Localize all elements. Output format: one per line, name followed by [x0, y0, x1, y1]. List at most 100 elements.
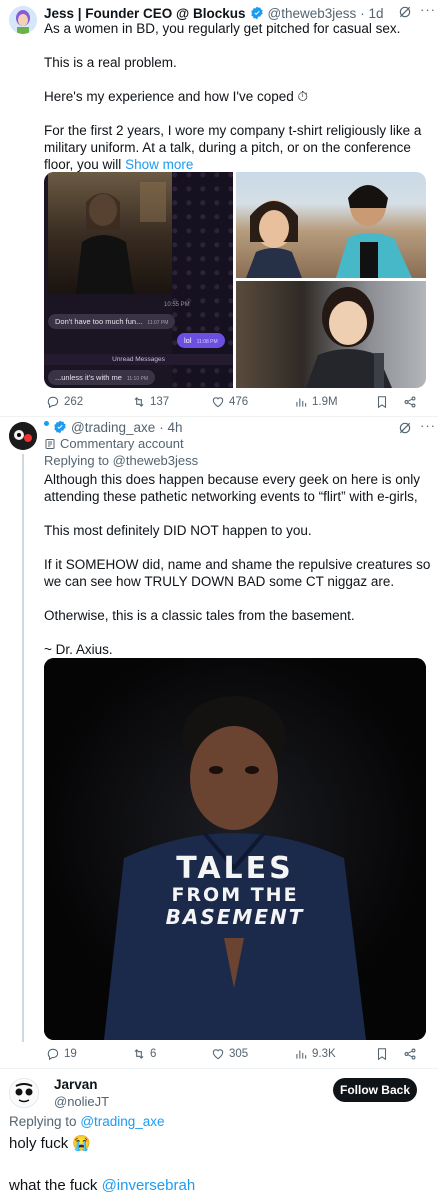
- tweet1-line: This is a real problem.: [44, 55, 177, 70]
- tweet3-line: holy fuck 😭: [9, 1135, 92, 1152]
- tweet2-line: attending these pathetic networking even…: [44, 489, 418, 504]
- tweet2-action-bar: 19 6 305 9.3K: [44, 1047, 424, 1063]
- reply-icon: [47, 1048, 59, 1061]
- tweet2-timestamp[interactable]: · 4h: [159, 420, 182, 435]
- tweet2-line: If it SOMEHOW did, name and shame the re…: [44, 557, 431, 572]
- tweet2-line: ~ Dr. Axius.: [44, 642, 113, 657]
- tweet1-handle[interactable]: @theweb3jess: [268, 6, 357, 21]
- inversebrah-mention[interactable]: @inversebrah: [102, 1177, 196, 1194]
- views-button[interactable]: 9.3K: [294, 1047, 336, 1061]
- show-more-link[interactable]: Show more: [125, 157, 193, 172]
- tweet2-line: This most definitely DID NOT happen to y…: [44, 523, 312, 538]
- bookmark-icon: [377, 396, 387, 409]
- tweet2-line: Otherwise, this is a classic tales from …: [44, 608, 355, 623]
- unread-label: Unread Messages: [112, 356, 165, 363]
- tales-from-basement-image[interactable]: TALES FROM THE BASEMENT: [44, 658, 426, 1040]
- commentary-badge: Commentary account: [44, 436, 184, 451]
- tweet3-replying-to: Replying to @trading_axe: [9, 1114, 165, 1129]
- tweet2-line: Although this does happen because every …: [44, 472, 421, 487]
- chat-time-label: 10:55 PM: [164, 302, 190, 308]
- tweet1-line: military uniform. At a talk, during a pi…: [44, 140, 411, 155]
- replying-prefix: Replying to: [44, 453, 110, 468]
- poster-title: TALES FROM THE BASEMENT: [44, 854, 426, 929]
- tweet1-line: [44, 105, 434, 122]
- chat-screenshot-image[interactable]: 10:55 PM Don't have too much fun... 11:0…: [44, 172, 233, 388]
- repost-button[interactable]: 6: [132, 1047, 156, 1061]
- tweet1-truncated-text: floor, you will: [44, 157, 122, 172]
- chat-message-outgoing: lol 11:08 PM: [177, 333, 225, 348]
- beach-selfie-image[interactable]: [236, 172, 426, 278]
- more-options-icon[interactable]: ···: [420, 418, 436, 433]
- commentary-icon: [44, 438, 56, 450]
- follow-back-label: Follow Back: [339, 1083, 410, 1097]
- tweet1-line: [44, 71, 434, 88]
- tweet-divider: [0, 416, 438, 417]
- tweet3-author-name[interactable]: Jarvan: [54, 1077, 98, 1092]
- tweet1-line: For the first 2 years, I wore my company…: [44, 123, 422, 138]
- poster-title-line2: FROM THE: [171, 884, 299, 906]
- replying-mention[interactable]: @theweb3jess: [113, 453, 198, 468]
- repost-count: 137: [150, 396, 170, 408]
- chat-message-text: ...unless it's with me: [55, 373, 122, 382]
- share-icon: [404, 396, 416, 408]
- like-button[interactable]: 305: [211, 1047, 248, 1061]
- reply-icon: [47, 396, 59, 409]
- bookmark-button[interactable]: [375, 395, 389, 409]
- tweet3-handle[interactable]: @nolieJT: [54, 1094, 109, 1109]
- like-button[interactable]: 476: [211, 395, 248, 409]
- bookmark-icon: [377, 1048, 387, 1061]
- tweet1-line: As a women in BD, you regularly get pitc…: [44, 21, 401, 36]
- heart-icon: [212, 1049, 224, 1060]
- replying-prefix: Replying to: [9, 1114, 77, 1129]
- reply-count: 262: [64, 396, 84, 408]
- jarvan-avatar[interactable]: [9, 1078, 39, 1108]
- jess-avatar[interactable]: [9, 6, 37, 34]
- portrait-image[interactable]: [236, 281, 426, 388]
- avatar-illustration: [11, 1080, 37, 1106]
- avatar-illustration: [9, 422, 37, 450]
- like-count: 305: [229, 1048, 249, 1060]
- tweet2-line: we can see how TRULY DOWN BAD some CT ni…: [44, 574, 395, 589]
- poster-title-line3: BASEMENT: [165, 905, 305, 929]
- trading-axe-avatar[interactable]: [9, 422, 37, 450]
- tweet1-timestamp[interactable]: · 1d: [360, 6, 383, 21]
- tweet1-body: As a women in BD, you regularly get pitc…: [44, 20, 434, 173]
- heart-icon: [212, 397, 224, 408]
- tweet2-body: Although this does happen because every …: [44, 471, 434, 658]
- more-options-icon[interactable]: ···: [420, 2, 436, 17]
- views-icon: [296, 1050, 307, 1059]
- share-button[interactable]: [403, 395, 417, 409]
- tweet1-author-name[interactable]: Jess | Founder CEO @ Blockus: [44, 6, 246, 21]
- repost-count: 6: [150, 1048, 157, 1060]
- views-button[interactable]: 1.9M: [294, 395, 338, 409]
- verified-icon: [250, 6, 264, 20]
- repost-icon: [134, 1049, 144, 1059]
- bookmark-button[interactable]: [375, 1047, 389, 1061]
- tweet3-text: what the fuck: [9, 1177, 98, 1194]
- grok-icon[interactable]: [398, 5, 412, 19]
- chat-message-text: Don't have too much fun...: [55, 317, 143, 326]
- grok-icon[interactable]: [398, 421, 412, 435]
- unread-divider: Unread Messages: [44, 354, 233, 365]
- replying-mention[interactable]: @trading_axe: [80, 1114, 164, 1129]
- verified-icon: [53, 420, 67, 434]
- chat-message-text: lol: [184, 336, 192, 345]
- tweet2-header: @trading_axe · 4h: [44, 418, 183, 436]
- tweet2-line: [44, 624, 434, 641]
- view-count: 9.3K: [312, 1048, 336, 1060]
- repost-icon: [134, 397, 144, 407]
- tweet1-last-line: floor, you will Show more: [44, 156, 434, 173]
- tweet1-media-grid[interactable]: 10:55 PM Don't have too much fun... 11:0…: [44, 172, 426, 388]
- tweet-divider: [0, 1068, 438, 1069]
- reply-button[interactable]: 262: [46, 395, 83, 409]
- chat-message-incoming: ...unless it's with me 11:10 PM: [48, 370, 155, 385]
- chat-message-incoming: Don't have too much fun... 11:07 PM: [48, 314, 176, 329]
- tweet2-handle[interactable]: @trading_axe: [71, 420, 155, 435]
- view-count: 1.9M: [312, 396, 338, 408]
- share-button[interactable]: [403, 1047, 417, 1061]
- chat-photo: [48, 172, 172, 294]
- reply-button[interactable]: 19: [46, 1047, 77, 1061]
- follow-back-button[interactable]: Follow Back: [333, 1078, 417, 1102]
- repost-button[interactable]: 137: [132, 395, 169, 409]
- like-count: 476: [229, 396, 249, 408]
